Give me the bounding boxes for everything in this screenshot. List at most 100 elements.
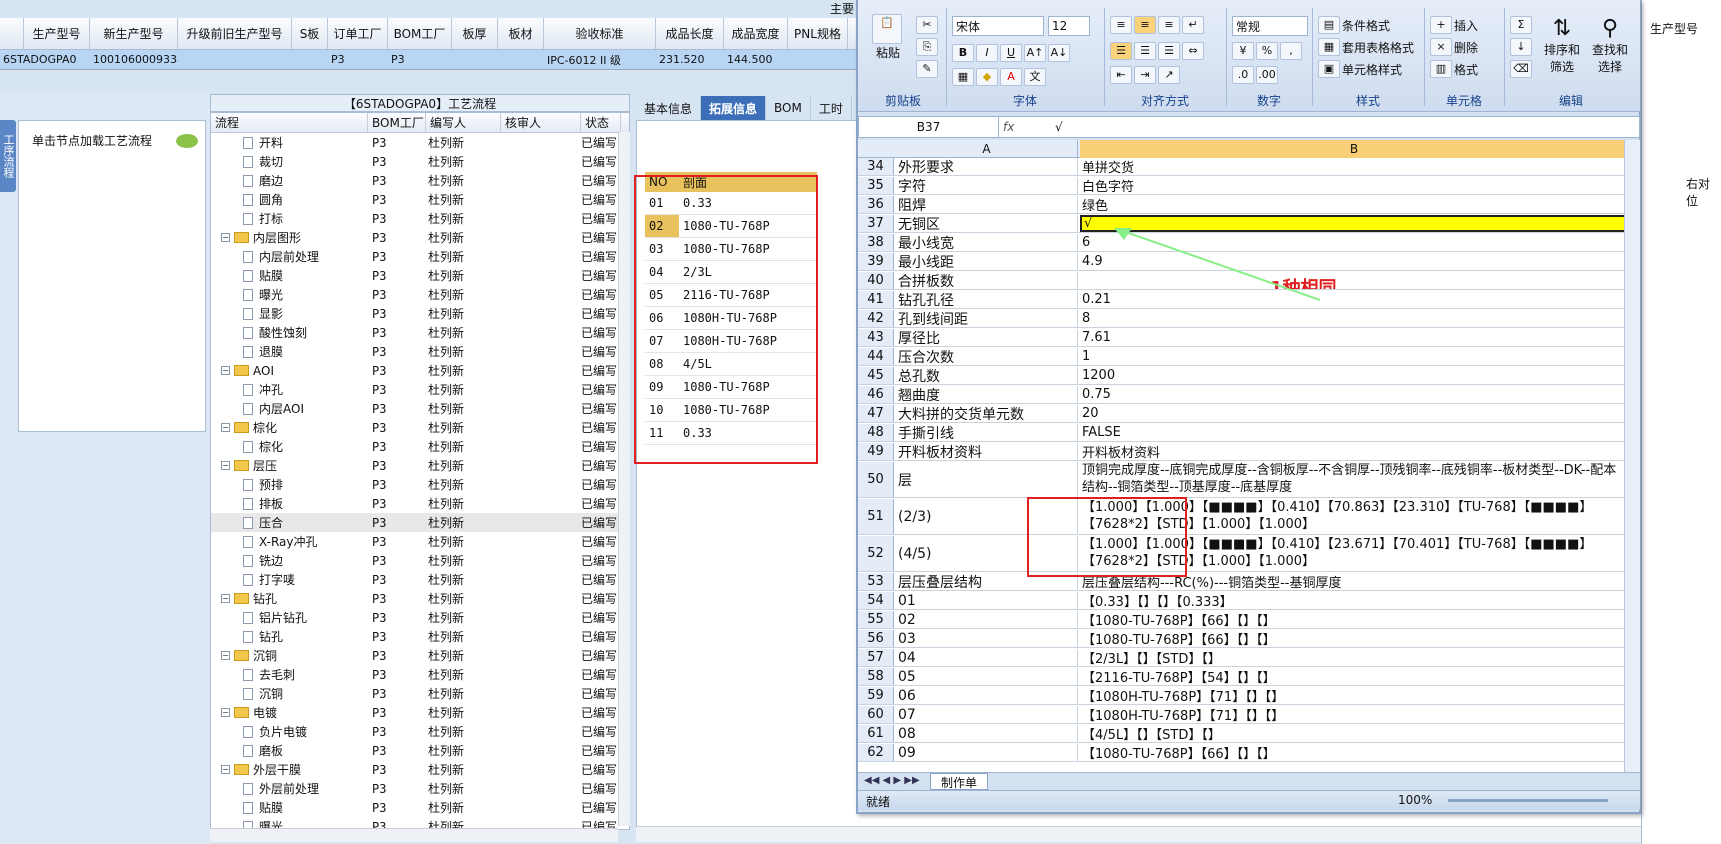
grid-cell[interactable]: 10010600093386	[90, 50, 178, 69]
row-number[interactable]: 56	[858, 630, 894, 647]
sheet-row[interactable]: 36 阻焊 绿色	[858, 196, 1624, 214]
tree-node-name[interactable]: 排板	[211, 494, 368, 513]
tree-node-name[interactable]: 裁切	[211, 152, 368, 171]
row-number[interactable]: 62	[858, 744, 894, 761]
tree-row[interactable]: − 层压 P3 杜列新 已编写	[211, 456, 629, 475]
row-number[interactable]: 44	[858, 348, 894, 365]
tree-node-name[interactable]: 圆角	[211, 190, 368, 209]
decrease-decimal-icon[interactable]: .00	[1256, 66, 1278, 84]
column-headers[interactable]: A B	[858, 140, 1640, 158]
tree-node-name[interactable]: − 棕化	[211, 418, 368, 437]
top-grid[interactable]: 生产型号 新生产型号 升级前旧生产型号 S板 订单工厂 BOM工厂 板厚 板材 验收标准 成品长度…	[0, 18, 880, 70]
row-number[interactable]: 49	[858, 443, 894, 460]
cell-a[interactable]: 总孔数	[896, 367, 1078, 384]
tree-row[interactable]: 开料 P3 杜列新 已编写	[211, 133, 629, 152]
cell-b[interactable]: 1200	[1080, 367, 1624, 384]
sheet-row[interactable]: 50 层顶铜完成厚度--底铜完成厚度--含铜板厚--不含铜厚--顶残铜率--底残铜…	[858, 462, 1624, 498]
underline-icon[interactable]: U	[1000, 44, 1022, 62]
fill-icon[interactable]: ↓	[1510, 38, 1532, 56]
tree-row[interactable]: 退膜 P3 杜列新 已编写	[211, 342, 629, 361]
tab-1[interactable]: 拓展信息	[701, 96, 767, 120]
grid-cell[interactable]	[788, 50, 848, 69]
grid-corner[interactable]	[0, 18, 24, 49]
tree-row[interactable]: 显影 P3 杜列新 已编写	[211, 304, 629, 323]
sheet-vertical-scrollbar[interactable]	[1624, 140, 1640, 772]
cell-a[interactable]: 05	[896, 668, 1078, 685]
collapse-toggle-icon[interactable]: −	[221, 461, 230, 470]
cell-a[interactable]: 孔到线间距	[896, 310, 1078, 327]
tree-row[interactable]: − AOI P3 杜列新 已编写	[211, 361, 629, 380]
grid-column-header[interactable]: BOM工厂	[388, 18, 452, 49]
excel-ribbon[interactable]: 📋 粘贴 ✂ ⎘ ✎ 剪贴板 宋体 12 B I U A↑ A↓ ▦ ◆ A 文…	[858, 0, 1640, 112]
collapse-toggle-icon[interactable]: −	[221, 366, 230, 375]
tree-row[interactable]: − 内层图形 P3 杜列新 已编写	[211, 228, 629, 247]
process-tree[interactable]: 流程 BOM工厂 编写人 核审人 状态 开料 P3 杜列新 已编写 裁切 P3 杜列新 已编写 磨边 P3…	[210, 112, 630, 830]
tree-node-name[interactable]: 显影	[211, 304, 368, 323]
sheet-nav-arrows[interactable]: ◀◀ ◀ ▶ ▶▶	[864, 775, 920, 786]
table-format-button[interactable]: ▦ 套用表格格式	[1318, 38, 1414, 56]
collapse-toggle-icon[interactable]: −	[221, 233, 230, 242]
sheet-row[interactable]: 42 孔到线间距 8	[858, 310, 1624, 328]
grid-column-header[interactable]: 订单工厂	[328, 18, 388, 49]
grid-column-header[interactable]: 板厚	[452, 18, 498, 49]
cell-a[interactable]: 07	[896, 706, 1078, 723]
tree-row[interactable]: 酸性蚀刻 P3 杜列新 已编写	[211, 323, 629, 342]
row-number[interactable]: 34	[858, 158, 894, 175]
tree-row[interactable]: 磨板 P3 杜列新 已编写	[211, 741, 629, 760]
row-number[interactable]: 40	[858, 272, 894, 289]
clear-icon[interactable]: ⌫	[1510, 60, 1532, 78]
tree-row[interactable]: 负片电镀 P3 杜列新 已编写	[211, 722, 629, 741]
merge-icon[interactable]: ⇔	[1182, 42, 1204, 60]
tree-node-name[interactable]: 铣边	[211, 551, 368, 570]
tree-row[interactable]: 沉铜 P3 杜列新 已编写	[211, 684, 629, 703]
fx-icon[interactable]: fx	[1003, 117, 1053, 137]
decrease-indent-icon[interactable]: ⇤	[1110, 66, 1132, 84]
sheet-row[interactable]: 58 05 【2116-TU-768P】【54】【】【】	[858, 668, 1624, 686]
tree-row[interactable]: − 电镀 P3 杜列新 已编写	[211, 703, 629, 722]
row-number[interactable]: 59	[858, 687, 894, 704]
cell-b[interactable]: 7.61	[1080, 329, 1624, 346]
insert-button[interactable]: + 插入	[1430, 16, 1478, 34]
tree-row[interactable]: − 钻孔 P3 杜列新 已编写	[211, 589, 629, 608]
cell-a[interactable]: 06	[896, 687, 1078, 704]
comma-icon[interactable]: ,	[1280, 42, 1302, 60]
grid-column-header[interactable]: 成品宽度	[724, 18, 788, 49]
grid-cell[interactable]: IPC-6012 II 级	[544, 50, 656, 69]
collapse-toggle-icon[interactable]: −	[221, 651, 230, 660]
cell-a[interactable]: 02	[896, 611, 1078, 628]
grid-cell[interactable]	[498, 50, 544, 69]
tree-row[interactable]: 钻孔 P3 杜列新 已编写	[211, 627, 629, 646]
tree-node-name[interactable]: 贴膜	[211, 266, 368, 285]
sheet-row[interactable]: 54 01 【0.33】【】【】【0.333】	[858, 592, 1624, 610]
increase-indent-icon[interactable]: ⇥	[1134, 66, 1156, 84]
tree-node-name[interactable]: − 沉铜	[211, 646, 368, 665]
tree-row[interactable]: 内层AOI P3 杜列新 已编写	[211, 399, 629, 418]
tree-node-name[interactable]: 内层AOI	[211, 399, 368, 418]
row-number[interactable]: 61	[858, 725, 894, 742]
tree-node-name[interactable]: 退膜	[211, 342, 368, 361]
cell-b[interactable]: 1	[1080, 348, 1624, 365]
currency-icon[interactable]: ¥	[1232, 42, 1254, 60]
tree-node-name[interactable]: 外层前处理	[211, 779, 368, 798]
tree-row[interactable]: 冲孔 P3 杜列新 已编写	[211, 380, 629, 399]
cell-b[interactable]: 8	[1080, 310, 1624, 327]
tree-node-name[interactable]: 内层前处理	[211, 247, 368, 266]
align-top-icon[interactable]: ≡	[1110, 16, 1132, 34]
cell-a[interactable]: 压合次数	[896, 348, 1078, 365]
font-name-box[interactable]: 宋体	[952, 16, 1044, 36]
cell-b[interactable]: 0.75	[1080, 386, 1624, 403]
cell-b[interactable]: 【0.33】【】【】【0.333】	[1080, 592, 1624, 609]
sheet-row[interactable]: 56 03 【1080-TU-768P】【66】【】【】	[858, 630, 1624, 648]
tree-node-name[interactable]: − 电镀	[211, 703, 368, 722]
tree-node-name[interactable]: 压合	[211, 513, 368, 532]
tree-node-name[interactable]: 钻孔	[211, 627, 368, 646]
zoom-slider[interactable]	[1448, 799, 1608, 802]
tree-row[interactable]: 棕化 P3 杜列新 已编写	[211, 437, 629, 456]
row-number[interactable]: 42	[858, 310, 894, 327]
tree-node-name[interactable]: − 层压	[211, 456, 368, 475]
decimal-buttons[interactable]: .0 .00	[1232, 66, 1280, 84]
sheet-row[interactable]: 55 02 【1080-TU-768P】【66】【】【】	[858, 611, 1624, 629]
row-number[interactable]: 48	[858, 424, 894, 441]
wrap-text-icon[interactable]: ↵	[1182, 16, 1204, 34]
sheet-tab-active[interactable]: 制作单	[930, 773, 988, 790]
